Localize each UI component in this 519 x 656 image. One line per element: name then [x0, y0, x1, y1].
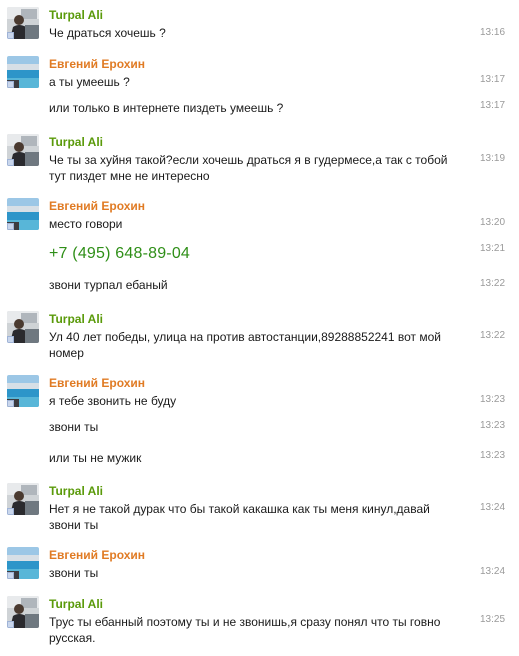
message-time: 13:22: [480, 278, 506, 289]
message-text: тут пиздет мне не интересно: [49, 169, 210, 183]
message-time: 13:23: [480, 450, 506, 461]
status-indicator: [7, 508, 14, 515]
status-indicator: [7, 621, 14, 628]
sender-name[interactable]: Turpal Ali: [49, 135, 103, 149]
status-indicator: [7, 572, 14, 579]
message-time: 13:23: [480, 420, 506, 431]
avatar[interactable]: [7, 596, 39, 628]
message-text: Че драться хочешь ?: [49, 26, 166, 40]
message-time: 13:19: [480, 153, 506, 164]
message-text: Трус ты ебанный поэтому ты и не звонишь,…: [49, 615, 441, 629]
message-text: Нет я не такой дурак что бы такой какашк…: [49, 502, 430, 516]
avatar[interactable]: [7, 56, 39, 88]
message-text: звони ты: [49, 518, 99, 532]
status-indicator: [7, 400, 14, 407]
avatar[interactable]: [7, 311, 39, 343]
sender-name[interactable]: Turpal Ali: [49, 597, 103, 611]
message-time: 13:21: [480, 243, 506, 254]
message-text: я тебе звонить не буду: [49, 394, 177, 408]
message-time: 13:24: [480, 566, 506, 577]
message-time: 13:16: [480, 27, 506, 38]
message-text: или ты не мужик: [49, 451, 142, 465]
message-time: 13:17: [480, 74, 506, 85]
message-text: номер: [49, 346, 84, 360]
message-time: 13:24: [480, 502, 506, 513]
message-text: звони ты: [49, 566, 99, 580]
sender-name[interactable]: Евгений Ерохин: [49, 376, 145, 390]
avatar[interactable]: [7, 375, 39, 407]
status-indicator: [7, 32, 14, 39]
sender-name[interactable]: Turpal Ali: [49, 312, 103, 326]
sender-name[interactable]: Евгений Ерохин: [49, 199, 145, 213]
avatar[interactable]: [7, 198, 39, 230]
sender-name[interactable]: Евгений Ерохин: [49, 57, 145, 71]
message-text: звони ты: [49, 420, 99, 434]
sender-name[interactable]: Turpal Ali: [49, 484, 103, 498]
phone-number[interactable]: +7 (495) 648-89-04: [49, 245, 190, 263]
status-indicator: [7, 336, 14, 343]
message-text: а ты умеешь ?: [49, 75, 130, 89]
message-text: Ул 40 лет победы, улица на против автост…: [49, 330, 441, 344]
avatar[interactable]: [7, 483, 39, 515]
message-text: звони турпал ебаный: [49, 278, 168, 292]
message-text: место говори: [49, 217, 123, 231]
message-text: Че ты за хуйня такой?если хочешь драться…: [49, 153, 448, 167]
sender-name[interactable]: Евгений Ерохин: [49, 548, 145, 562]
avatar[interactable]: [7, 134, 39, 166]
message-time: 13:17: [480, 100, 506, 111]
status-indicator: [7, 223, 14, 230]
message-time: 13:22: [480, 330, 506, 341]
message-time: 13:25: [480, 614, 506, 625]
avatar[interactable]: [7, 547, 39, 579]
status-indicator: [7, 81, 14, 88]
status-indicator: [7, 159, 14, 166]
message-text: или только в интернете пиздеть умеешь ?: [49, 101, 284, 115]
avatar[interactable]: [7, 7, 39, 39]
message-text: русская.: [49, 631, 96, 645]
message-time: 13:23: [480, 394, 506, 405]
sender-name[interactable]: Turpal Ali: [49, 8, 103, 22]
message-time: 13:20: [480, 217, 506, 228]
